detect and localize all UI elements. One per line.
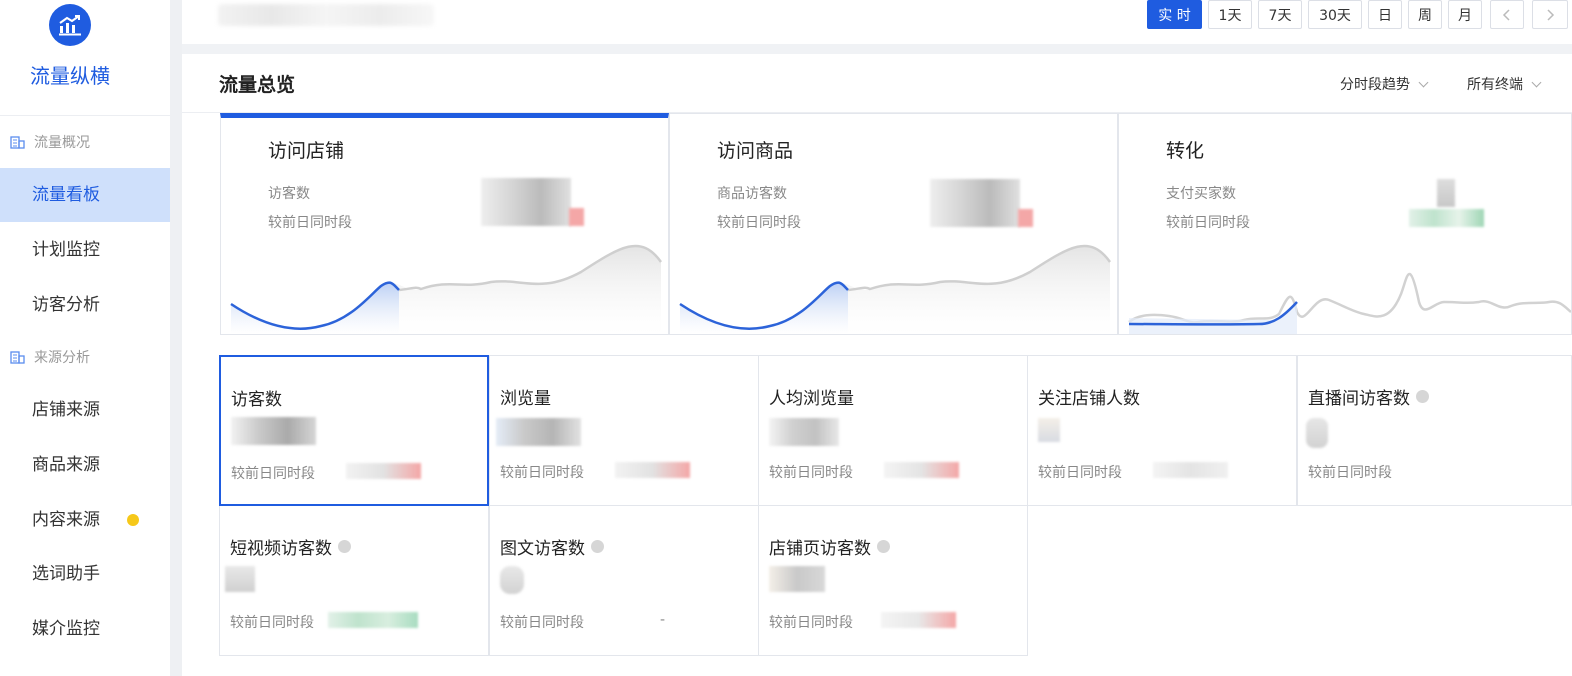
dropdown-label: 所有终端 [1467,77,1523,93]
metric-card-pageviews[interactable]: 浏览量 较前日同时段 [489,355,759,506]
overview-card-conversion[interactable]: 转化 支付买家数 较前日同时段 [1118,113,1572,335]
metric-title: 浏览量 [500,389,551,409]
sidebar-item-media-monitor[interactable]: 媒介监控 [0,602,170,656]
sidebar-item-shop-source[interactable]: 店铺来源 [0,383,170,437]
card-title: 访问店铺 [268,140,345,162]
range-month-button[interactable]: 月 [1448,0,1482,29]
info-dot-icon[interactable] [877,540,890,553]
change-indicator [346,463,421,479]
change-value: - [660,612,666,628]
prev-period-button[interactable] [1490,0,1524,29]
change-indicator [1153,462,1228,478]
redacted-value [231,417,316,445]
sidebar-scroll-edge [170,0,182,676]
metric-title: 店铺页访客数 [769,534,890,559]
redacted-breadcrumb [218,4,434,26]
redacted-value [769,418,839,446]
compare-label: 较前日同时段 [230,615,314,631]
sidebar-item-traffic-board[interactable]: 流量看板 [0,168,170,222]
brand-title: 流量纵横 [30,64,110,88]
range-day-button[interactable]: 日 [1368,0,1402,29]
compare-label: 较前日同时段 [500,465,584,481]
metric-card-avg-pageviews[interactable]: 人均浏览量 较前日同时段 [758,355,1028,506]
metric-title-label: 图文访客数 [500,539,585,559]
range-30d-button[interactable]: 30天 [1308,0,1362,29]
change-indicator [328,612,418,628]
metric-title-label: 店铺页访客数 [769,539,871,559]
building-icon [10,351,25,364]
chevron-down-icon [1418,77,1429,87]
next-period-button[interactable] [1532,0,1568,29]
metric-title-label: 短视频访客数 [230,539,332,559]
range-1d-button[interactable]: 1天 [1208,0,1252,29]
redacted-value [769,566,825,592]
metric-title: 关注店铺人数 [1038,389,1140,409]
chevron-left-icon [1502,8,1510,21]
metric-title: 访客数 [231,390,282,410]
metric-title: 直播间访客数 [1308,384,1429,409]
metric-title-label: 直播间访客数 [1308,389,1410,409]
nav-group-label: 流量概况 [34,135,90,151]
sidebar-item-plan-monitor[interactable]: 计划监控 [0,223,170,277]
change-indicator [884,462,959,478]
compare-label: 较前日同时段 [769,465,853,481]
terminal-dropdown[interactable]: 所有终端 [1467,74,1542,94]
overview-card-product[interactable]: 访问商品 商品访客数 较前日同时段 [669,113,1118,335]
top-toolbar: 实 时 1天 7天 30天 日 周 月 [182,0,1572,44]
dropdown-label: 分时段趋势 [1340,77,1410,93]
metric-title: 短视频访客数 [230,534,351,559]
metric-card-live-visitors[interactable]: 直播间访客数 较前日同时段 [1297,355,1572,506]
nav-group-label: 来源分析 [34,350,90,366]
overview-card-shop[interactable]: 访问店铺 访客数 较前日同时段 [220,113,669,335]
trend-chart-icon [49,4,91,46]
compare-label: 较前日同时段 [500,615,584,631]
redacted-value [496,418,581,446]
chevron-right-icon [1547,8,1555,21]
metric-card-shop-followers[interactable]: 关注店铺人数 较前日同时段 [1027,355,1297,506]
compare-label: 较前日同时段 [1038,465,1122,481]
sidebar: 流量纵横 流量概况 流量看板 计划监控 访客分析 来源分析 店铺来源 商品来源 … [0,0,170,676]
info-dot-icon[interactable] [1416,390,1429,403]
redacted-value [225,566,255,592]
range-7d-button[interactable]: 7天 [1258,0,1302,29]
redacted-value [500,566,524,594]
trend-sparkline [1128,272,1571,334]
range-realtime-button[interactable]: 实 时 [1147,0,1202,29]
card-title: 转化 [1166,140,1205,162]
sidebar-item-product-source[interactable]: 商品来源 [0,438,170,492]
building-icon [10,136,25,149]
redacted-value [1038,418,1060,442]
traffic-overview-panel: 流量总览 分时段趋势 所有终端 访问店铺 访客数 较前日同时段 访问商品 商品访… [182,54,1572,676]
trend-sparkline [679,244,1112,334]
info-dot-icon[interactable] [338,540,351,553]
change-indicator [881,612,956,628]
metric-title: 人均浏览量 [769,389,854,409]
compare-label: 较前日同时段 [1308,465,1392,481]
compare-label: 较前日同时段 [231,466,315,482]
page-title: 流量总览 [219,74,296,96]
metric-card-article-visitors[interactable]: 图文访客数 较前日同时段 - [489,505,759,656]
metric-card-shop-page-visitors[interactable]: 店铺页访客数 较前日同时段 [758,505,1028,656]
nav-group-title: 流量概况 [10,131,90,153]
card-title: 访问商品 [717,140,794,162]
change-indicator [615,462,690,478]
range-week-button[interactable]: 周 [1408,0,1442,29]
compare-label: 较前日同时段 [769,615,853,631]
trend-sparkline [230,244,663,334]
sidebar-item-content-source[interactable]: 内容来源 [0,493,170,547]
sidebar-item-visitor-analysis[interactable]: 访客分析 [0,278,170,332]
metric-card-short-video-visitors[interactable]: 短视频访客数 较前日同时段 [219,505,489,656]
redacted-value [1306,418,1328,448]
metric-card-visitors[interactable]: 访客数 较前日同时段 [219,355,489,506]
notification-dot [127,514,139,526]
divider [0,115,170,116]
sidebar-item-keyword-helper[interactable]: 选词助手 [0,547,170,601]
nav-group-title: 来源分析 [10,346,90,368]
metric-title: 图文访客数 [500,534,604,559]
chevron-down-icon [1531,77,1542,87]
info-dot-icon[interactable] [591,540,604,553]
trend-mode-dropdown[interactable]: 分时段趋势 [1340,74,1429,94]
sidebar-item-label: 内容来源 [32,510,100,530]
